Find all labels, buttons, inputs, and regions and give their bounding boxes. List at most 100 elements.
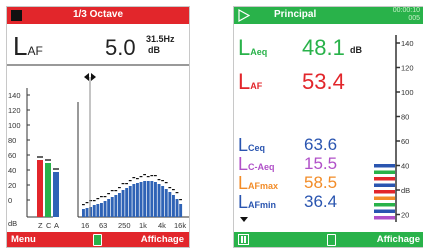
bottom-bar: Affichage — [234, 232, 423, 247]
level-bar — [374, 216, 395, 220]
band-peak — [136, 178, 139, 180]
level-bar — [374, 196, 395, 200]
band-peak — [139, 176, 143, 178]
scale-tick-label: 120 — [401, 64, 414, 73]
level-bar — [374, 190, 395, 194]
level-scale: 140 120 100 80 60 40 dB 20 — [374, 35, 414, 222]
play-icon[interactable] — [238, 9, 250, 22]
band-bar — [85, 208, 89, 217]
band-bar — [96, 204, 100, 217]
main-reading-label: LAF — [13, 31, 43, 61]
band-bar — [100, 203, 103, 217]
band-peak — [100, 196, 103, 198]
row-value-aeq: 48.1 — [302, 35, 345, 60]
principal-screen: Principal 00:00:10 005 LAeq 48.1 dB LAF 53.4… — [233, 6, 423, 248]
bottom-bar: Menu Affichage — [7, 232, 189, 247]
y-unit-label: dB — [8, 219, 17, 228]
band-peak — [82, 204, 85, 206]
band-bar — [168, 192, 172, 217]
menu-button[interactable]: Menu — [11, 234, 36, 245]
y-tick-label: 0 — [8, 196, 12, 205]
y-tick-label: 60 — [8, 151, 16, 160]
band-bar — [150, 181, 154, 217]
band-bar — [175, 199, 179, 217]
spectrum-chart[interactable]: 140 120 100 80 60 40 20 0 dB ZCA 16 63 250 1k 4k 16k — [7, 62, 189, 234]
band-bar — [179, 204, 183, 217]
band-peak — [161, 180, 164, 182]
row-label-aeq: LAeq — [238, 35, 268, 60]
y-tick-label: 120 — [8, 106, 21, 115]
scale-tick-label: 140 — [401, 39, 414, 48]
band-peak — [143, 174, 146, 176]
frequency-tick-label: 16k — [174, 221, 186, 230]
band-bar — [143, 181, 147, 217]
band-peak — [107, 193, 110, 195]
band-peak — [175, 192, 179, 194]
wideband-bar-z — [37, 160, 43, 217]
band-bar — [121, 190, 125, 217]
band-peak — [110, 190, 114, 192]
y-tick-label: 80 — [8, 136, 16, 145]
wideband-label: A — [54, 221, 59, 230]
display-button[interactable]: Affichage — [141, 234, 184, 245]
band-bar — [136, 183, 139, 217]
row-value-ceq: 63.6 — [304, 135, 338, 154]
band-peak — [85, 202, 89, 204]
band-peak — [168, 187, 172, 189]
row-unit: dB — [350, 45, 362, 55]
band-peak — [128, 180, 132, 182]
row-value-c-aeq: 15.5 — [304, 154, 338, 173]
band-peak — [103, 196, 107, 198]
band-peak — [114, 190, 118, 192]
scroll-down-icon[interactable] — [240, 217, 248, 222]
band-bar — [146, 181, 150, 217]
y-tick-label: 40 — [8, 166, 16, 175]
row-label-af: LAF — [238, 69, 263, 94]
battery-icon — [93, 234, 102, 246]
band-peak — [146, 176, 150, 178]
band-bar — [164, 189, 168, 217]
level-bar — [374, 203, 395, 207]
screen-title: Principal — [274, 9, 317, 20]
row-value-af: 53.4 — [302, 69, 345, 94]
band-bar — [103, 201, 107, 217]
band-bar — [82, 209, 85, 217]
band-bar — [125, 188, 129, 217]
frequency-tick-label: 4k — [158, 221, 166, 230]
wideband-label: Z — [38, 221, 43, 230]
top-bar: 1/3 Octave — [7, 7, 189, 24]
level-bar — [374, 164, 395, 168]
band-peak — [125, 183, 128, 185]
band-bar — [161, 186, 165, 217]
band-bar — [118, 193, 121, 217]
level-bars — [374, 164, 395, 220]
y-tick-label: 140 — [8, 91, 21, 100]
band-bar — [172, 195, 175, 217]
band-peak — [157, 179, 161, 181]
main-reading-value: 5.0 — [105, 35, 136, 60]
y-tick-label: 20 — [8, 181, 16, 190]
frequency-tick-label: 16 — [81, 221, 89, 230]
band-bar — [139, 182, 143, 217]
band-peak — [172, 189, 175, 191]
band-peak — [179, 199, 182, 201]
row-label-ceq: LCeq — [238, 135, 266, 155]
scale-tick-label: 20 — [401, 211, 409, 220]
scale-tick-label: 60 — [401, 137, 409, 146]
wideband-label: C — [46, 221, 52, 230]
octave-screen: 1/3 Octave LAF 5.0 31.5Hz dB 140 120 100 80… — [6, 6, 190, 248]
band-peak — [154, 175, 157, 177]
band-bar — [157, 184, 161, 217]
level-bar — [374, 209, 395, 213]
wideband-bar-a — [53, 172, 59, 217]
band-peak — [164, 182, 168, 184]
band-peak — [132, 177, 136, 179]
battery-icon — [327, 234, 336, 246]
main-reading-unit: dB — [148, 45, 160, 55]
display-button[interactable]: Affichage — [377, 234, 420, 245]
pause-icon[interactable] — [238, 234, 249, 245]
scale-tick-label: 40 — [401, 162, 409, 171]
frequency-tick-label: 1k — [139, 221, 147, 230]
y-tick-label: 100 — [8, 121, 21, 130]
scale-tick-label: 100 — [401, 88, 414, 97]
